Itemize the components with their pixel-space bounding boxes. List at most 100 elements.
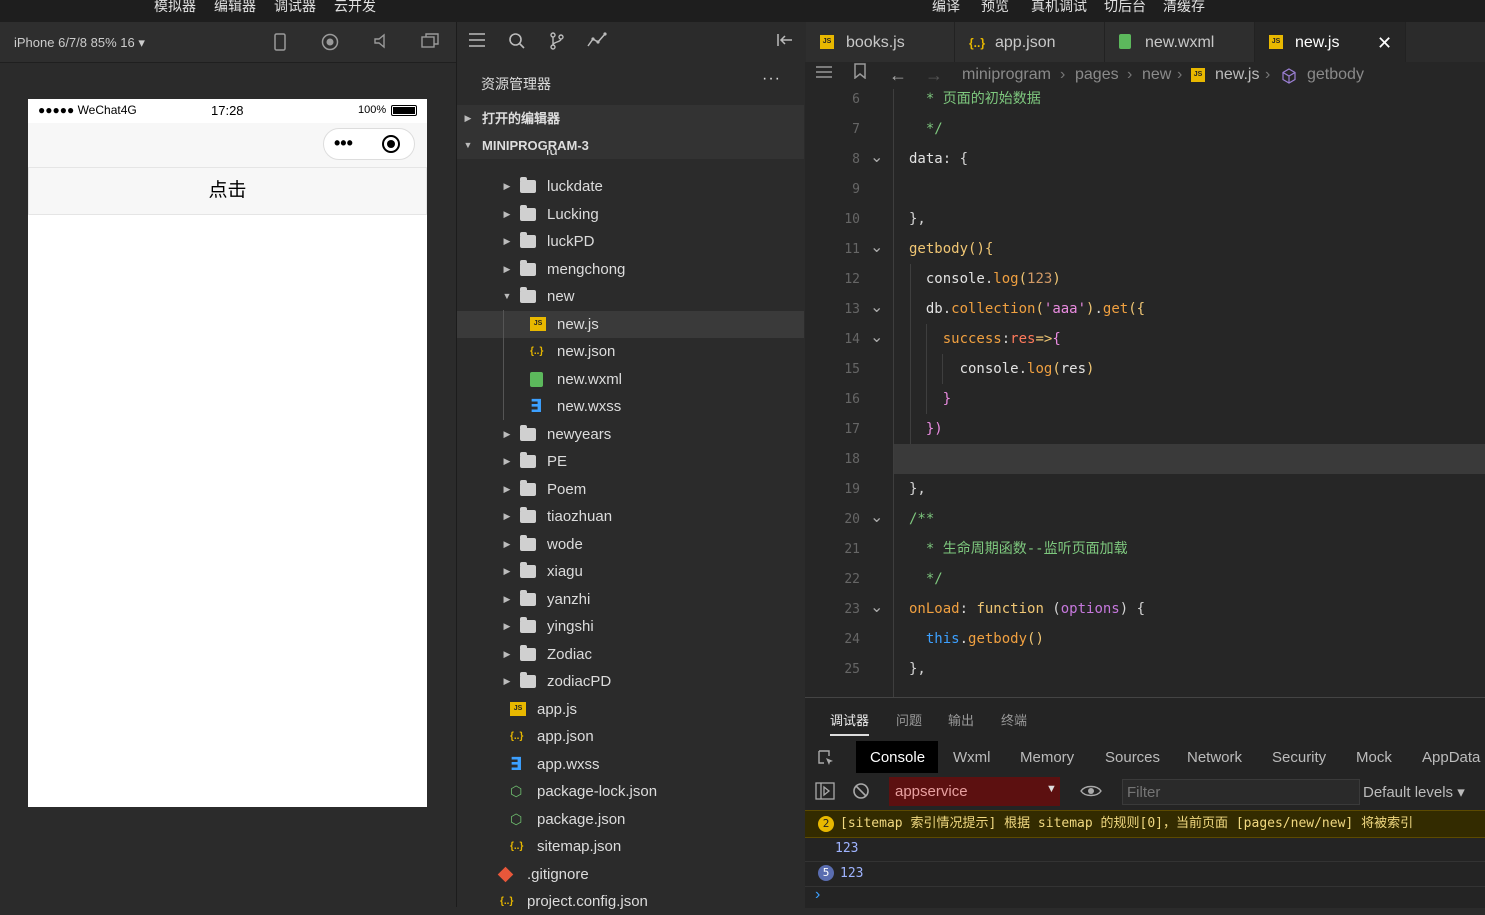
inspect-icon[interactable]: [817, 749, 835, 772]
crumb-pages[interactable]: pages: [1075, 62, 1119, 88]
back-arrow-icon[interactable]: ←: [889, 62, 907, 88]
more-dots-icon[interactable]: •••: [334, 133, 353, 153]
menu-remote-debug[interactable]: 真机调试: [1031, 0, 1087, 16]
chevron-right-icon[interactable]: ▶: [502, 586, 512, 613]
record-icon[interactable]: [320, 33, 340, 53]
eye-icon[interactable]: [1080, 783, 1102, 804]
code-line[interactable]: getbody(){: [909, 240, 993, 258]
chevron-right-icon[interactable]: ▶: [502, 476, 512, 503]
tab-console[interactable]: Console: [870, 748, 925, 768]
tree-item[interactable]: ▶ tiaozhuan: [457, 503, 804, 530]
tree-item[interactable]: .gitignore: [457, 861, 804, 888]
chevron-right-icon[interactable]: ▶: [502, 558, 512, 585]
code-line[interactable]: db.collection('aaa').get({: [909, 300, 1145, 318]
tree-item[interactable]: ▶ xiagu: [457, 558, 804, 585]
more-icon[interactable]: ···: [762, 70, 781, 88]
editor-tab[interactable]: new.wxml: [1105, 22, 1255, 62]
console-prompt[interactable]: ›: [815, 886, 820, 904]
tab-problems[interactable]: 问题: [896, 710, 922, 729]
chevron-right-icon[interactable]: ▶: [502, 228, 512, 255]
code-line[interactable]: */: [909, 570, 943, 588]
tab-mock[interactable]: Mock: [1356, 748, 1392, 768]
editor-tab[interactable]: JS new.js ✕: [1255, 22, 1406, 62]
code-line[interactable]: }): [909, 420, 943, 438]
code-line[interactable]: * 生命周期函数--监听页面加载: [909, 540, 1128, 558]
code-line[interactable]: /**: [909, 510, 934, 528]
chevron-right-icon[interactable]: ▶: [502, 173, 512, 200]
list-icon[interactable]: [467, 32, 487, 52]
chevron-down-icon[interactable]: ▼: [502, 283, 512, 310]
editor-tab[interactable]: JS books.js: [806, 22, 955, 62]
device-selector[interactable]: iPhone 6/7/8 85% 16 ▾: [14, 35, 145, 51]
editor-tab[interactable]: {..} app.json: [955, 22, 1105, 62]
tree-item[interactable]: ▶ wode: [457, 531, 804, 558]
crumb-file[interactable]: new.js: [1215, 62, 1259, 88]
tree-item[interactable]: ▶ newyears: [457, 421, 804, 448]
chevron-right-icon[interactable]: ▶: [502, 668, 512, 695]
search-icon[interactable]: [507, 32, 527, 52]
capsule-menu[interactable]: •••: [323, 128, 415, 160]
code-line[interactable]: },: [909, 210, 926, 228]
chevron-right-icon[interactable]: ▶: [502, 448, 512, 475]
code-line[interactable]: console.log(123): [909, 270, 1061, 288]
bookmark-icon[interactable]: [853, 62, 867, 88]
tree-item[interactable]: {..} app.json: [457, 723, 804, 750]
crumb-symbol[interactable]: getbody: [1307, 62, 1364, 88]
tree-item[interactable]: JS app.js: [457, 696, 804, 723]
console-filter-input[interactable]: [1122, 779, 1360, 805]
forward-arrow-icon[interactable]: →: [925, 62, 943, 88]
tab-debugger[interactable]: 调试器: [830, 710, 870, 736]
tree-item[interactable]: ∃ new.wxss: [457, 393, 804, 420]
fold-chevron-icon[interactable]: ⌄: [870, 150, 884, 166]
tab-security[interactable]: Security: [1272, 748, 1326, 768]
tab-appdata[interactable]: AppData: [1422, 748, 1480, 768]
code-line[interactable]: },: [909, 660, 926, 678]
tree-item[interactable]: ⬡ package-lock.json: [457, 778, 804, 805]
chevron-right-icon[interactable]: ▶: [502, 201, 512, 228]
chevron-right-icon[interactable]: ▶: [502, 256, 512, 283]
fold-chevron-icon[interactable]: ⌄: [870, 240, 884, 256]
menu-cloud[interactable]: 云开发: [334, 0, 376, 16]
crumb-miniprogram[interactable]: miniprogram: [962, 62, 1051, 88]
chevron-right-icon[interactable]: ▶: [502, 613, 512, 640]
sidebar-toggle-icon[interactable]: [815, 782, 835, 805]
tree-item[interactable]: ▶ PE: [457, 448, 804, 475]
fold-chevron-icon[interactable]: ⌄: [870, 300, 884, 316]
fold-chevron-icon[interactable]: ⌄: [870, 330, 884, 346]
code-line[interactable]: this.getbody(): [909, 630, 1044, 648]
tab-terminal[interactable]: 终端: [1001, 710, 1027, 729]
code-line[interactable]: data: {: [909, 150, 968, 168]
tab-output[interactable]: 输出: [948, 710, 974, 729]
code-line[interactable]: onLoad: function (options) {: [909, 600, 1145, 618]
source-control-icon[interactable]: [547, 32, 567, 52]
tab-network[interactable]: Network: [1187, 748, 1242, 768]
outline-icon[interactable]: [815, 62, 833, 88]
tree-item[interactable]: {..} sitemap.json: [457, 833, 804, 860]
tree-item[interactable]: ▶ luckdate: [457, 173, 804, 200]
tree-item[interactable]: new.wxml: [457, 366, 804, 393]
code-line[interactable]: */: [909, 120, 943, 138]
tab-wxml[interactable]: Wxml: [953, 748, 991, 768]
tab-sources[interactable]: Sources: [1105, 748, 1160, 768]
phone-icon[interactable]: [270, 33, 290, 53]
cloud-graph-icon[interactable]: [587, 32, 607, 52]
click-button[interactable]: 点击: [28, 167, 427, 215]
crumb-new[interactable]: new: [1142, 62, 1171, 88]
code-line[interactable]: * 页面的初始数据: [909, 90, 1041, 108]
context-select[interactable]: appservice ▼: [889, 777, 1060, 806]
chevron-right-icon[interactable]: ▶: [502, 421, 512, 448]
window-icon[interactable]: [420, 33, 440, 53]
tree-item[interactable]: ▶ Lucking: [457, 201, 804, 228]
chevron-right-icon[interactable]: ▶: [502, 531, 512, 558]
chevron-right-icon[interactable]: ▶: [502, 641, 512, 668]
close-circle-icon[interactable]: [382, 135, 400, 153]
tree-item[interactable]: ▶ zodiacPD: [457, 668, 804, 695]
tree-item[interactable]: ▶ mengchong: [457, 256, 804, 283]
collapse-panel-icon[interactable]: [775, 32, 795, 52]
menu-debugger[interactable]: 调试器: [274, 0, 316, 16]
tree-item[interactable]: ▶ Zodiac: [457, 641, 804, 668]
menu-simulator[interactable]: 模拟器: [154, 0, 196, 16]
clear-console-icon[interactable]: [852, 782, 870, 805]
fold-chevron-icon[interactable]: ⌄: [870, 510, 884, 526]
log-levels-select[interactable]: Default levels ▾: [1363, 783, 1465, 801]
